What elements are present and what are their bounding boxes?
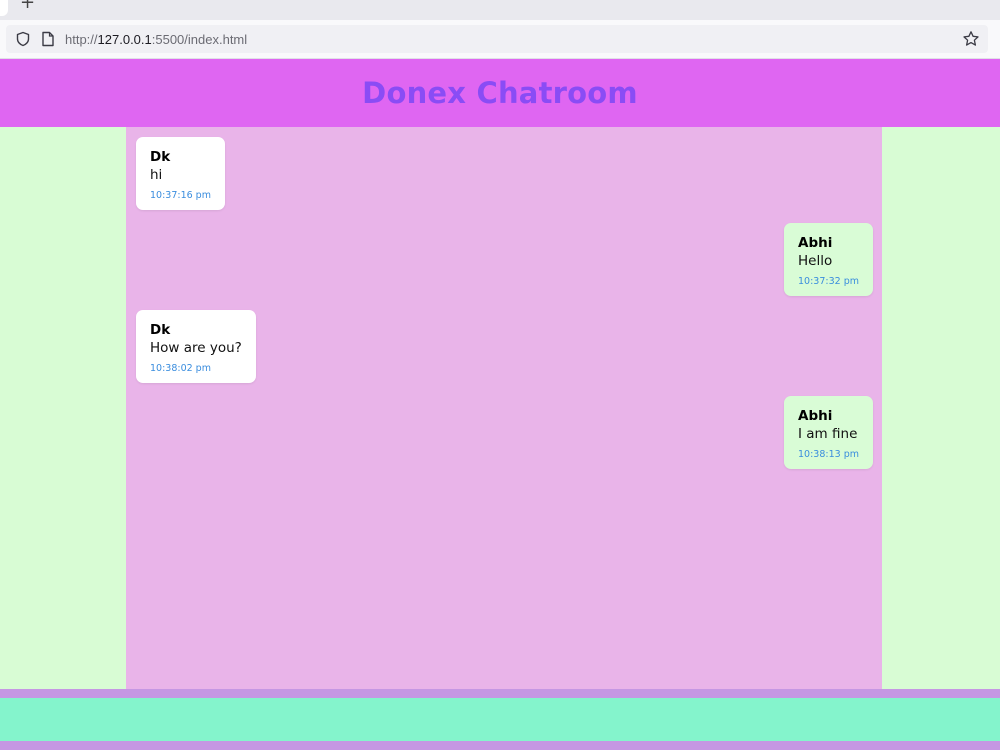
new-tab-button[interactable]: + xyxy=(20,0,35,13)
shield-icon[interactable] xyxy=(15,31,31,47)
message-text: How are you? xyxy=(150,340,242,356)
chat-header: Donex Chatroom xyxy=(0,59,1000,127)
message-bubble-incoming: Dk hi 10:37:16 pm xyxy=(136,137,225,210)
message-bubble-incoming: Dk How are you? 10:38:02 pm xyxy=(136,310,256,383)
input-border-bottom xyxy=(0,741,1000,750)
message-sender: Abhi xyxy=(798,235,833,251)
url-rest: :5500/index.html xyxy=(151,32,248,47)
chat-messages-container[interactable]: Dk hi 10:37:16 pm Abhi Hello 10:37:32 pm… xyxy=(126,127,882,689)
tab-bar: + xyxy=(0,0,1000,20)
page-title: Donex Chatroom xyxy=(362,76,638,110)
url-prefix: http:// xyxy=(65,32,98,47)
message-sender: Dk xyxy=(150,322,171,338)
message-timestamp: 10:37:16 pm xyxy=(150,190,211,201)
url-host: 127.0.0.1 xyxy=(97,32,152,47)
message-timestamp: 10:37:32 pm xyxy=(798,276,859,287)
bookmark-star-icon[interactable] xyxy=(962,30,980,48)
url-text[interactable]: http://127.0.0.1:5500/index.html xyxy=(65,32,247,47)
message-timestamp: 10:38:13 pm xyxy=(798,449,859,460)
message-text: Hello xyxy=(798,253,833,269)
message-input-bar[interactable] xyxy=(0,698,1000,741)
message-text: hi xyxy=(150,167,163,183)
message-bubble-outgoing: Abhi Hello 10:37:32 pm xyxy=(784,223,873,296)
address-bar[interactable]: http://127.0.0.1:5500/index.html xyxy=(6,25,988,53)
input-border-top xyxy=(0,689,1000,698)
message-bubble-outgoing: Abhi I am fine 10:38:13 pm xyxy=(784,396,873,469)
browser-toolbar: http://127.0.0.1:5500/index.html xyxy=(0,20,1000,59)
message-text: I am fine xyxy=(798,426,858,442)
message-sender: Dk xyxy=(150,149,171,165)
active-tab[interactable] xyxy=(0,0,8,16)
page-icon[interactable] xyxy=(41,31,55,47)
message-timestamp: 10:38:02 pm xyxy=(150,363,211,374)
message-sender: Abhi xyxy=(798,408,833,424)
